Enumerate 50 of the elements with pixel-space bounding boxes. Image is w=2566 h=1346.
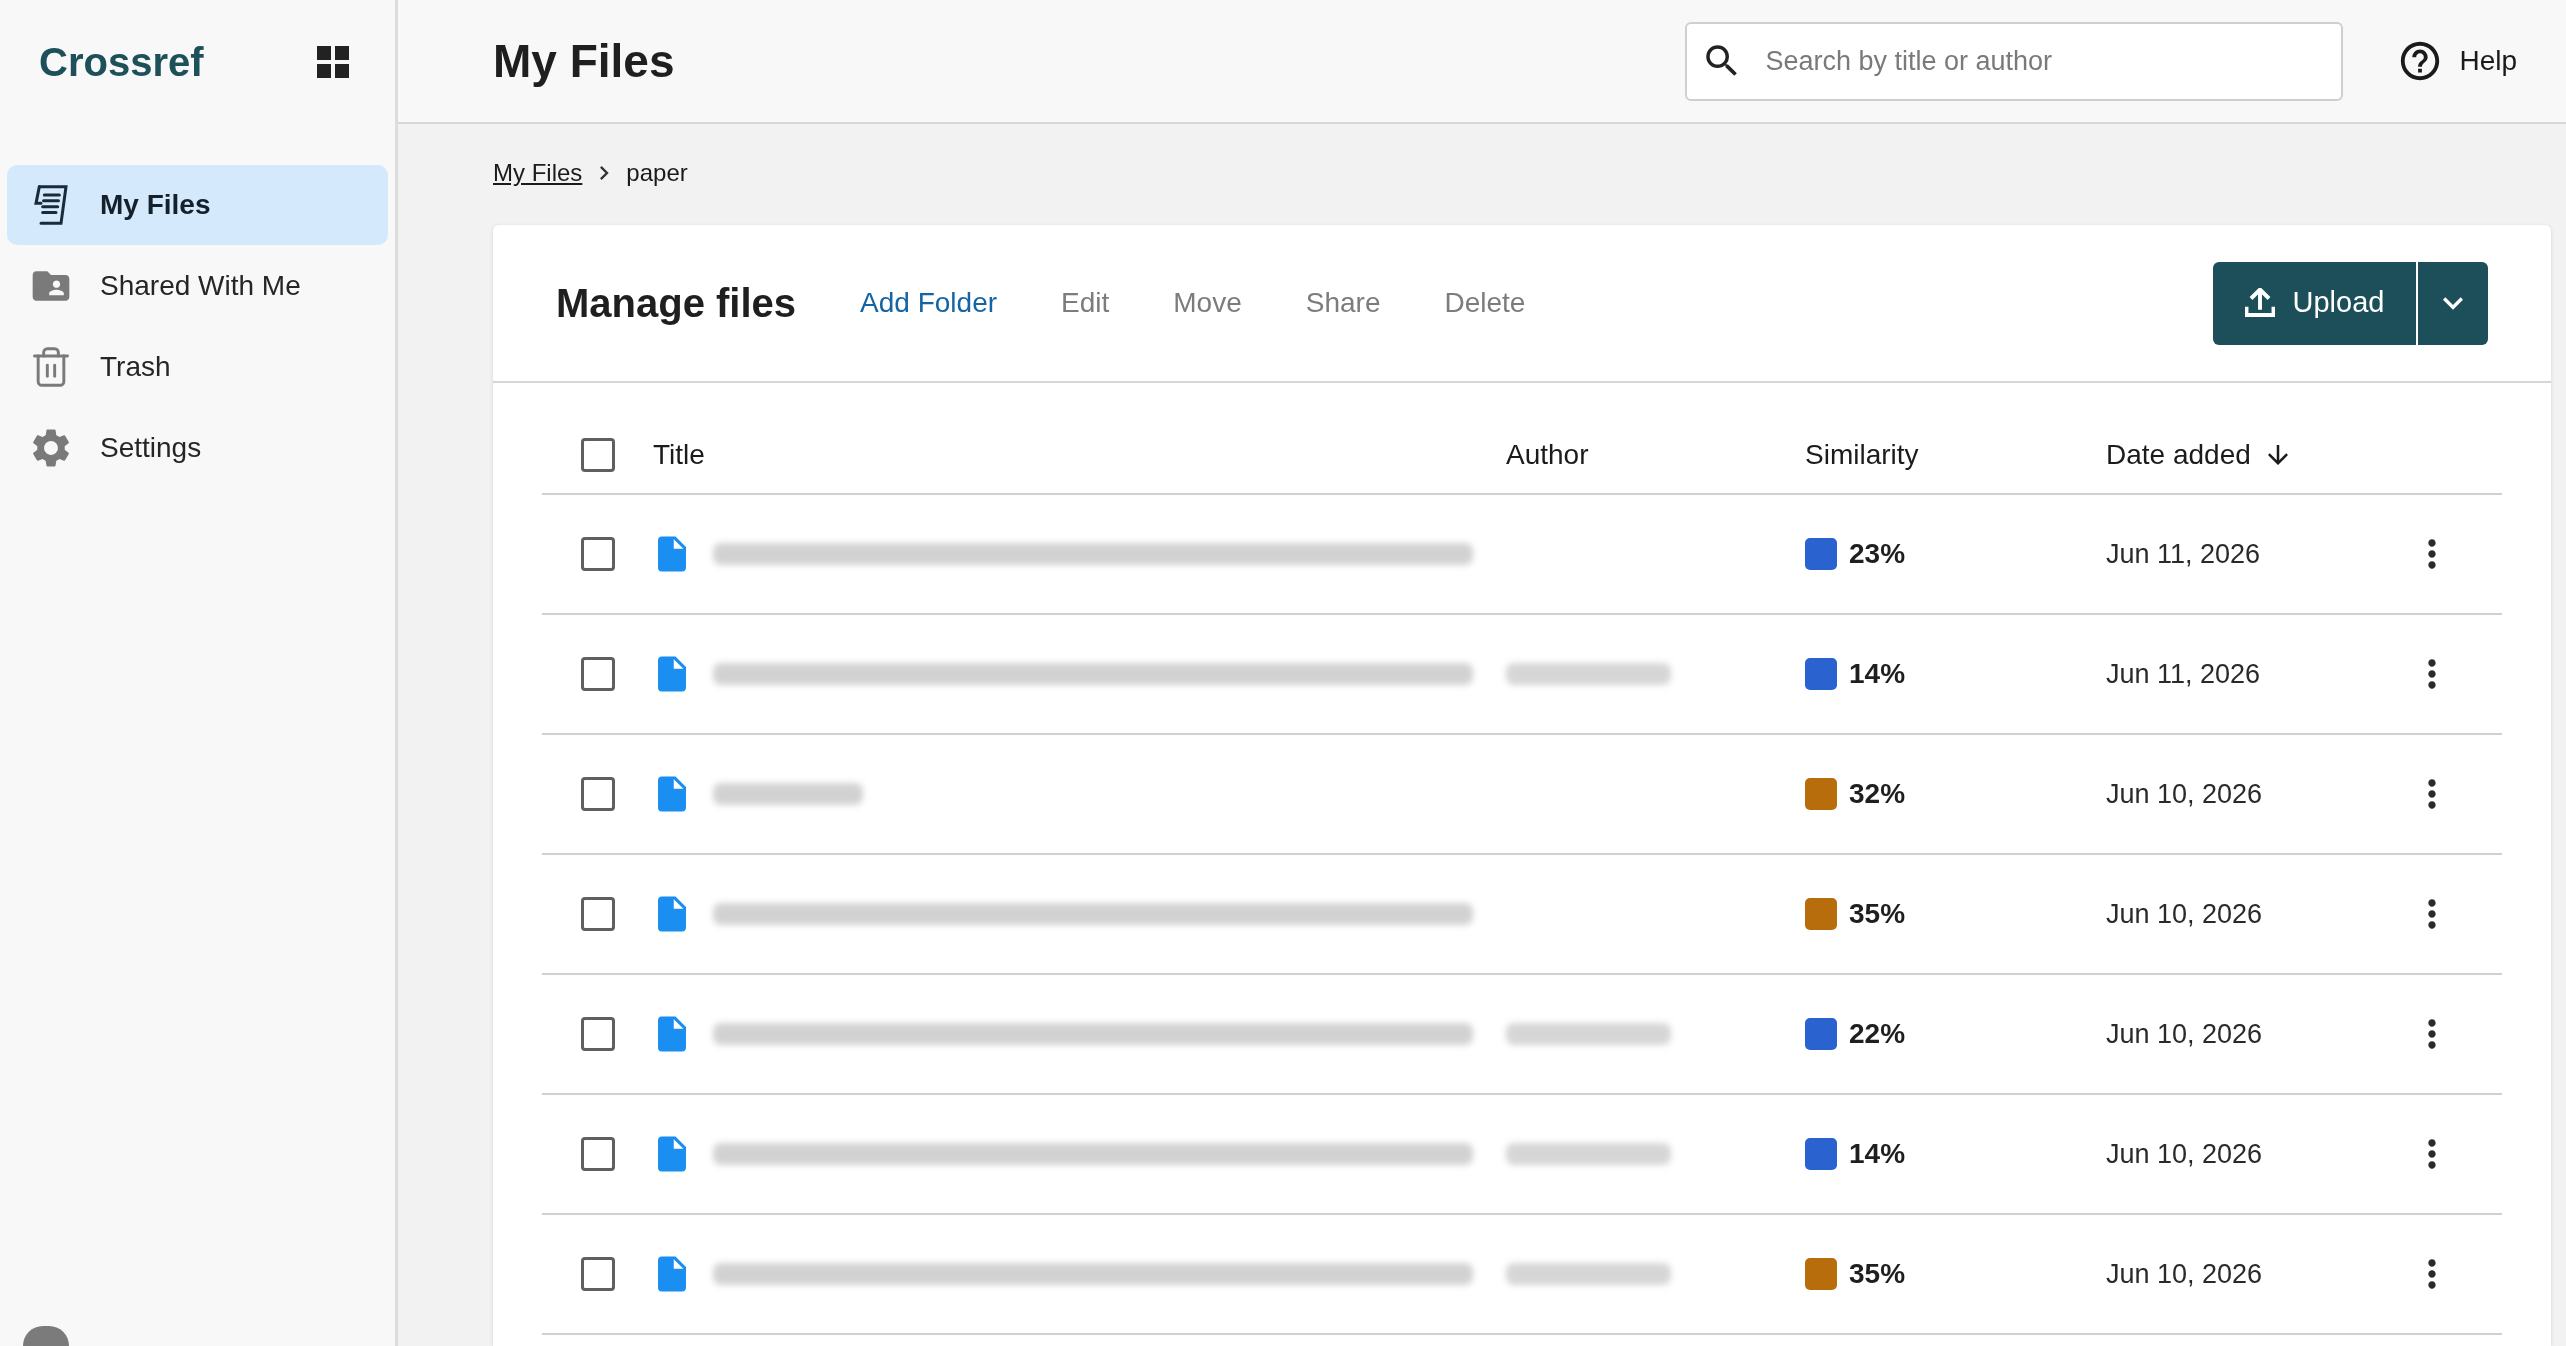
date-added: Jun 11, 2026	[2106, 537, 2262, 571]
similarity-score: 14%	[1849, 1137, 1906, 1171]
similarity-score: 32%	[1849, 777, 1906, 811]
table-row[interactable]: 35% Jun 10, 2026	[542, 855, 2502, 975]
column-header[interactable]: Date added	[2106, 434, 2251, 476]
apps-grid-icon[interactable]	[317, 46, 349, 78]
breadcrumb-link[interactable]: My Files	[493, 155, 583, 191]
date-added: Jun 10, 2026	[2106, 1137, 2264, 1171]
upload-menu-button[interactable]	[2418, 261, 2488, 345]
breadcrumb-current: paper	[626, 158, 688, 188]
search-field[interactable]: Search by title or author	[1685, 21, 2344, 101]
similarity-score: 14%	[1849, 657, 1906, 691]
nav-item[interactable]: Trash	[7, 327, 388, 407]
nav-item[interactable]: Shared With Me	[7, 246, 388, 326]
upload-icon	[2244, 288, 2275, 318]
checkbox[interactable]	[581, 897, 615, 931]
upload-button[interactable]: Upload	[2213, 261, 2416, 345]
similarity-score: 22%	[1849, 1017, 1906, 1051]
similarity-score: 35%	[1849, 897, 1906, 931]
table-row[interactable]: 14% Jun 10, 2026	[542, 1095, 2502, 1215]
checkbox[interactable]	[581, 438, 615, 472]
checkbox[interactable]	[581, 537, 615, 571]
date-added: Jun 10, 2026	[2106, 897, 2264, 931]
nav-item[interactable]: Settings	[7, 408, 388, 488]
document-icon	[34, 185, 68, 225]
table-row[interactable]: 14% Jun 11, 2026	[542, 615, 2502, 735]
nav-item[interactable]: My Files	[7, 165, 388, 245]
avatar-icon[interactable]	[23, 1326, 69, 1346]
table-row[interactable]: 32% Jun 10, 2026	[542, 735, 2502, 855]
checkbox[interactable]	[581, 657, 615, 691]
column-header[interactable]: Title	[653, 434, 705, 476]
checkbox[interactable]	[581, 1257, 615, 1291]
similarity-score: 35%	[1849, 1257, 1906, 1291]
table-row[interactable]: 35% Jun 10, 2026	[542, 1215, 2502, 1335]
date-added: Jun 11, 2026	[2106, 657, 2262, 691]
similarity-score: 23%	[1849, 537, 1906, 571]
column-header[interactable]: Author	[1506, 434, 1589, 476]
help-button[interactable]: Help	[2397, 38, 2517, 84]
checkbox[interactable]	[581, 1137, 615, 1171]
crossref-logo[interactable]: Crossref	[39, 42, 204, 82]
table-row[interactable]: 22% Jun 10, 2026	[542, 975, 2502, 1095]
checkbox[interactable]	[581, 777, 615, 811]
date-added: Jun 10, 2026	[2106, 1017, 2264, 1051]
card-title: Manage files	[556, 280, 797, 327]
column-header[interactable]: Similarity	[1805, 434, 1919, 476]
checkbox[interactable]	[581, 1017, 615, 1051]
date-added: Jun 10, 2026	[2106, 1257, 2264, 1291]
date-added: Jun 10, 2026	[2106, 777, 2264, 811]
toolbar-action[interactable]: Add Folder	[860, 282, 998, 324]
table-row[interactable]: 23% Jun 11, 2026	[542, 495, 2502, 615]
